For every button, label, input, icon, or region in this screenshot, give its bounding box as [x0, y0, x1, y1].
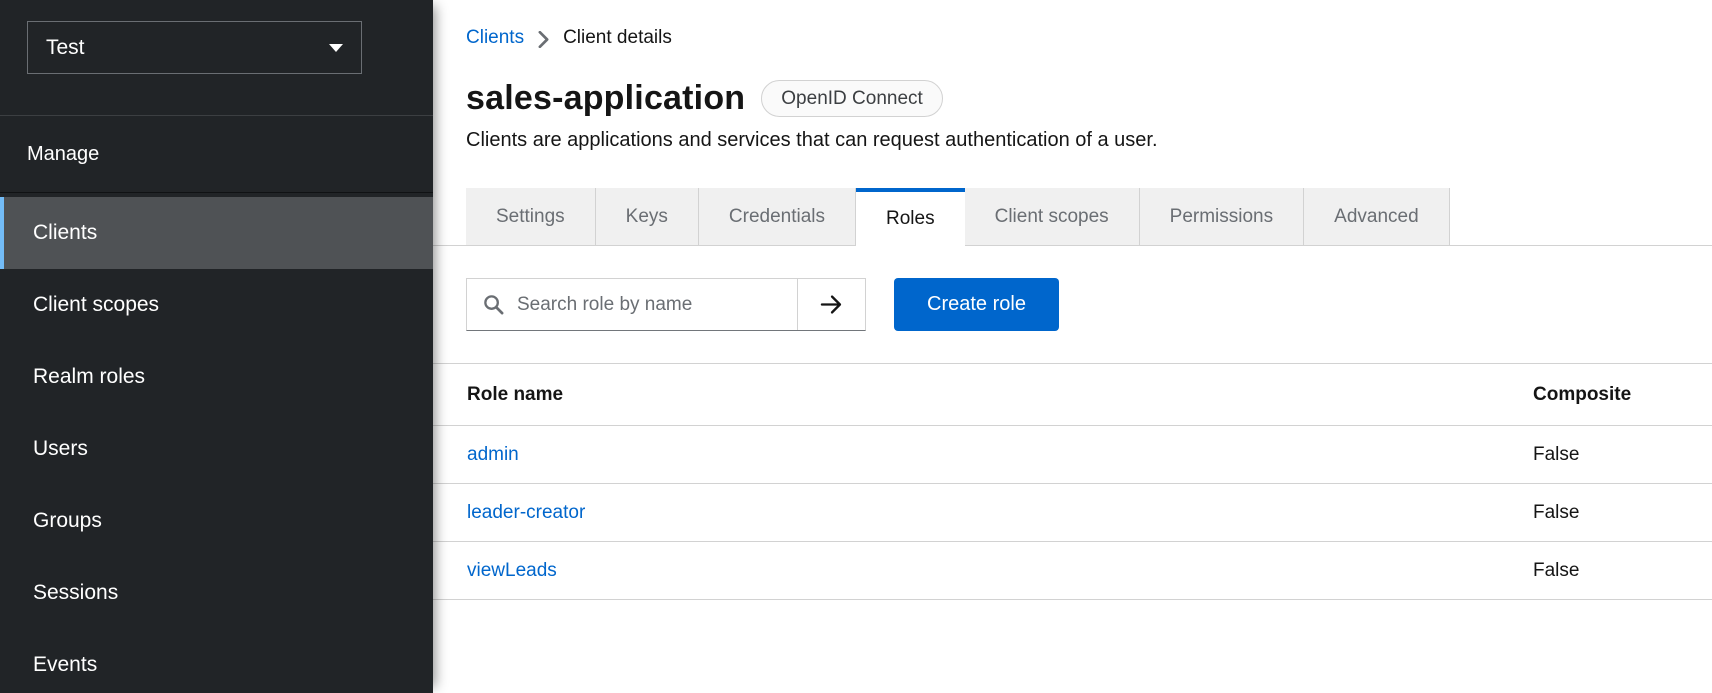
breadcrumb-link-clients[interactable]: Clients [466, 27, 524, 49]
sidebar-item[interactable]: Groups [0, 485, 433, 557]
tab[interactable]: Credentials [699, 188, 856, 245]
breadcrumb: Clients Client details [433, 0, 1712, 49]
chevron-right-icon [538, 31, 549, 48]
sidebar-item-label: Client scopes [33, 293, 159, 317]
search-input[interactable] [517, 279, 797, 330]
sidebar-item-label: Users [33, 437, 88, 461]
sidebar-section-label: Manage [0, 116, 433, 193]
tab-label: Roles [886, 208, 935, 230]
sidebar-item-label: Sessions [33, 581, 118, 605]
tab-label: Credentials [729, 206, 825, 228]
tab[interactable]: Client scopes [965, 188, 1140, 245]
composite-value: False [1533, 444, 1712, 466]
composite-value: False [1533, 502, 1712, 524]
tab[interactable]: Settings [466, 188, 596, 245]
role-name-link[interactable]: viewLeads [467, 560, 557, 581]
sidebar-item[interactable]: Clients [0, 197, 433, 269]
role-name-link[interactable]: leader-creator [467, 502, 585, 523]
realm-selector-dropdown[interactable]: Test [27, 21, 362, 74]
page-description: Clients are applications and services th… [466, 129, 1712, 152]
table-header-row: Role name Composite [433, 364, 1712, 426]
table-row: admin False [433, 426, 1712, 484]
search-icon [482, 293, 505, 316]
client-type-badge: OpenID Connect [761, 80, 943, 117]
sidebar-item[interactable]: Users [0, 413, 433, 485]
composite-value: False [1533, 560, 1712, 582]
sidebar-nav: Clients Client scopes Realm roles Users … [0, 193, 433, 693]
page-title: sales-application [466, 79, 745, 118]
breadcrumb-current: Client details [563, 27, 672, 49]
realm-selector-area: Test [0, 21, 433, 116]
tab-label: Settings [496, 206, 565, 228]
search-group [466, 278, 866, 331]
realm-selector-value: Test [46, 36, 85, 60]
tab[interactable]: Advanced [1304, 188, 1450, 245]
sidebar: Test Manage Clients Client scopes Realm … [0, 0, 433, 693]
search-box [467, 279, 797, 330]
tab-label: Client scopes [995, 206, 1109, 228]
table-row: viewLeads False [433, 542, 1712, 600]
tab[interactable]: Roles [856, 188, 965, 246]
tab-label: Keys [626, 206, 668, 228]
sidebar-item-label: Events [33, 653, 97, 677]
arrow-right-icon [818, 291, 845, 318]
role-name-link[interactable]: admin [467, 444, 519, 465]
sidebar-item-label: Groups [33, 509, 102, 533]
tab[interactable]: Permissions [1140, 188, 1304, 245]
table-body: admin False leader-creator False v [433, 426, 1712, 600]
tab-label: Permissions [1170, 206, 1273, 228]
table-row: leader-creator False [433, 484, 1712, 542]
sidebar-item[interactable]: Client scopes [0, 269, 433, 341]
sidebar-item-label: Clients [33, 221, 97, 245]
column-header-role-name: Role name [433, 384, 1533, 406]
app-window: Test Manage Clients Client scopes Realm … [0, 0, 1712, 693]
sidebar-item[interactable]: Realm roles [0, 341, 433, 413]
caret-down-icon [329, 44, 343, 52]
column-header-composite: Composite [1533, 384, 1712, 406]
sidebar-item-label: Realm roles [33, 365, 145, 389]
create-role-button[interactable]: Create role [894, 278, 1059, 331]
sidebar-item[interactable]: Events [0, 629, 433, 693]
roles-table: Role name Composite admin False leader-c… [433, 363, 1712, 600]
sidebar-item[interactable]: Sessions [0, 557, 433, 629]
page-header: sales-application OpenID Connect Clients… [433, 79, 1712, 152]
main-content: Clients Client details sales-application… [433, 0, 1712, 693]
tab[interactable]: Keys [596, 188, 699, 245]
tab-label: Advanced [1334, 206, 1419, 228]
search-submit-button[interactable] [797, 279, 865, 330]
roles-toolbar: Create role [466, 278, 1712, 331]
client-tabs: Settings Keys Credentials Roles Client s… [433, 188, 1712, 246]
